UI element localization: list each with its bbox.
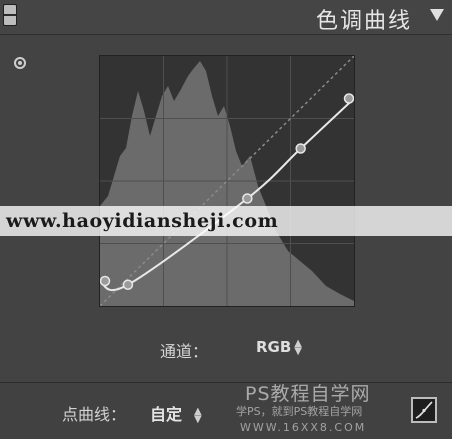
target-adjust-icon[interactable]	[14, 57, 26, 69]
channel-label: 通道：	[160, 342, 209, 361]
point-curve-dropdown[interactable]: 自定 ▲ ▼	[150, 401, 202, 425]
curve-node-4[interactable]	[343, 93, 354, 104]
curve-graph[interactable]	[99, 55, 355, 307]
channel-value: RGB	[256, 338, 292, 356]
curve-mode-button[interactable]	[411, 397, 437, 423]
panel-switch-icon[interactable]	[3, 4, 17, 26]
point-curve-label: 点曲线：	[62, 405, 127, 424]
point-curve-edit-icon	[415, 401, 433, 419]
watermark-sub: 学PS，就到PS教程自学网	[236, 405, 363, 418]
curve-graph-svg	[100, 56, 354, 306]
watermark-logo: PS教程自学网	[245, 383, 371, 405]
panel-footer: 点曲线： 自定 ▲ ▼ PS教程自学网 学PS，就到PS教程自学网 WWW.16XX…	[0, 382, 452, 439]
panel-title: 色调曲线	[315, 9, 412, 34]
channel-row: 通道： RGB ▲ ▼	[0, 336, 452, 362]
watermark-site: WWW.16XX8.COM	[240, 421, 367, 434]
curve-node-2[interactable]	[242, 193, 253, 204]
panel-header[interactable]: 色调曲线	[0, 0, 452, 35]
updown-arrows-icon: ▲ ▼	[294, 337, 302, 357]
tone-curve-panel: 色调曲线 www.haoyidiansheji.com 通道： RGB▲▼	[0, 0, 452, 439]
curve-node-1[interactable]	[122, 279, 134, 290]
point-curve-value: 自定	[150, 405, 183, 424]
triangle-down-icon[interactable]	[430, 9, 444, 21]
curve-node-0[interactable]	[100, 275, 111, 287]
updown-arrows-icon: ▲ ▼	[194, 405, 202, 425]
channel-dropdown[interactable]: RGB ▲ ▼	[256, 338, 302, 356]
watermark-url: www.haoyidiansheji.com	[0, 206, 452, 236]
curve-node-3[interactable]	[295, 143, 306, 154]
